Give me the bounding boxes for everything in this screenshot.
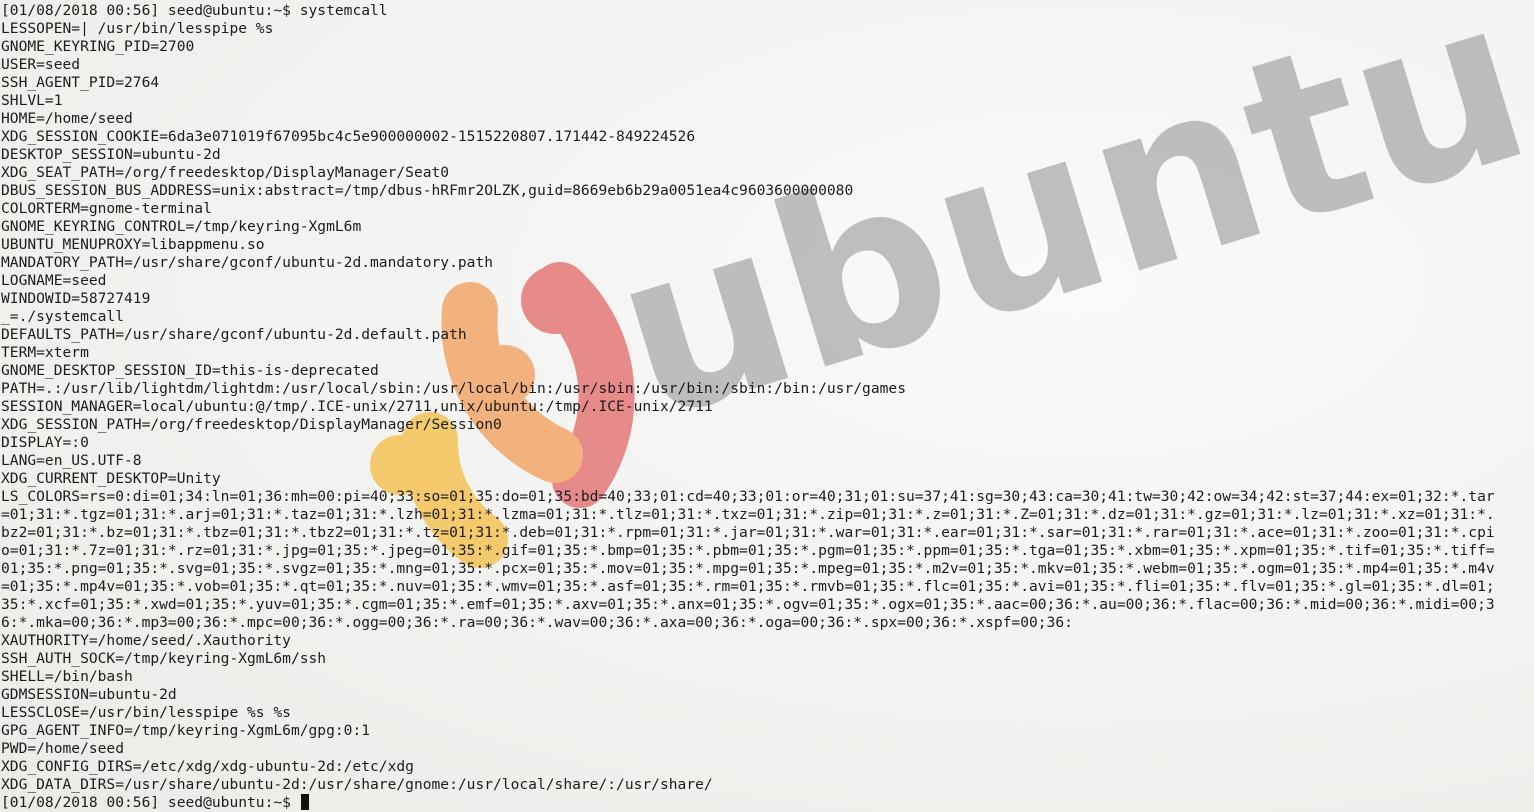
terminal-line: SESSION_MANAGER=local/ubuntu:@/tmp/.ICE-… [1,398,713,415]
terminal-line: DEFAULTS_PATH=/usr/share/gconf/ubuntu-2d… [1,326,467,343]
terminal-line: XDG_CONFIG_DIRS=/etc/xdg/xdg-ubuntu-2d:/… [1,758,414,775]
terminal-line: LESSCLOSE=/usr/bin/lesspipe %s %s [1,704,291,721]
terminal-line: GNOME_KEYRING_PID=2700 [1,38,195,55]
terminal-line: DBUS_SESSION_BUS_ADDRESS=unix:abstract=/… [1,182,854,199]
terminal-line: DESKTOP_SESSION=ubuntu-2d [1,146,221,163]
terminal-line: LS_COLORS=rs=0:di=01;34:ln=01;36:mh=00:p… [1,488,1495,505]
terminal-line: DISPLAY=:0 [1,434,89,451]
terminal-line: o=01;31:*.7z=01;31:*.rz=01;31:*.jpg=01;3… [1,542,1495,559]
terminal-line: TERM=xterm [1,344,89,361]
terminal-line: _=./systemcall [1,308,125,325]
terminal-cursor [300,794,309,810]
terminal-line: XDG_SEAT_PATH=/org/freedesktop/DisplayMa… [1,164,450,181]
terminal-line: 6:*.mka=00;36:*.mp3=00;36:*.mpc=00;36:*.… [1,614,1073,631]
terminal-line: XDG_SESSION_COOKIE=6da3e071019f67095bc4c… [1,128,696,145]
terminal-line: XDG_CURRENT_DESKTOP=Unity [1,470,221,487]
terminal-line: USER=seed [1,56,81,73]
terminal-line: XAUTHORITY=/home/seed/.Xauthority [1,632,291,649]
terminal-line: XDG_DATA_DIRS=/usr/share/ubuntu-2d:/usr/… [1,776,713,793]
terminal-line: UBUNTU_MENUPROXY=libappmenu.so [1,236,265,253]
terminal-prompt: [01/08/2018 00:56] seed@ubuntu:~$ [1,794,300,811]
terminal-line: LESSOPEN=| /usr/bin/lesspipe %s [1,20,274,37]
terminal-line: GDMSESSION=ubuntu-2d [1,686,177,703]
terminal-line: 01;35:*.png=01;35:*.svg=01;35:*.svgz=01;… [1,560,1495,577]
terminal-line: LOGNAME=seed [1,272,107,289]
terminal-line: SSH_AGENT_PID=2764 [1,74,160,91]
terminal-line: GPG_AGENT_INFO=/tmp/keyring-XgmL6m/gpg:0… [1,722,371,739]
terminal-line: COLORTERM=gnome-terminal [1,200,212,217]
terminal-lines: [01/08/2018 00:56] seed@ubuntu:~$ system… [1,2,1533,794]
terminal-line: PWD=/home/seed [1,740,125,757]
terminal-line: MANDATORY_PATH=/usr/share/gconf/ubuntu-2… [1,254,494,271]
terminal-line: GNOME_KEYRING_CONTROL=/tmp/keyring-XgmL6… [1,218,362,235]
terminal-line: GNOME_DESKTOP_SESSION_ID=this-is-depreca… [1,362,379,379]
terminal-line: SHELL=/bin/bash [1,668,133,685]
terminal-line: 35:*.xcf=01;35:*.xwd=01;35:*.yuv=01;35:*… [1,596,1495,613]
terminal-line: PATH=.:/usr/lib/lightdm/lightdm:/usr/loc… [1,380,906,397]
terminal-prompt-line[interactable]: [01/08/2018 00:56] seed@ubuntu:~$ [1,794,1533,812]
terminal-line: [01/08/2018 00:56] seed@ubuntu:~$ system… [1,2,388,19]
terminal-line: SHLVL=1 [1,92,63,109]
terminal-line: XDG_SESSION_PATH=/org/freedesktop/Displa… [1,416,502,433]
terminal-line: =01;35:*.mp4v=01;35:*.vob=01;35:*.qt=01;… [1,578,1495,595]
terminal-line: WINDOWID=58727419 [1,290,151,307]
terminal-line: SSH_AUTH_SOCK=/tmp/keyring-XgmL6m/ssh [1,650,327,667]
terminal-line: bz2=01;31:*.bz=01;31:*.tbz=01;31:*.tbz2=… [1,524,1495,541]
terminal-line: LANG=en_US.UTF-8 [1,452,142,469]
terminal-line: =01;31:*.tgz=01;31:*.arj=01;31:*.taz=01;… [1,506,1495,523]
terminal-output[interactable]: [01/08/2018 00:56] seed@ubuntu:~$ system… [1,2,1533,812]
terminal-line: HOME=/home/seed [1,110,133,127]
